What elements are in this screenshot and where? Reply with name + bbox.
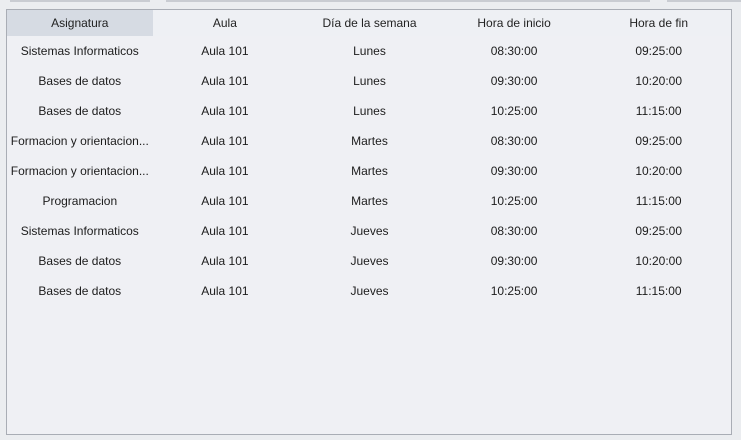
cell-hora-inicio[interactable]: 10:25:00 [442, 96, 587, 126]
top-border-segment [10, 0, 150, 2]
cell-hora-fin[interactable]: 10:20:00 [586, 246, 731, 276]
cell-aula[interactable]: Aula 101 [153, 96, 298, 126]
cell-hora-inicio[interactable]: 09:30:00 [442, 66, 587, 96]
column-header-aula[interactable]: Aula [153, 10, 298, 36]
cell-asignatura[interactable]: Formacion y orientacion... [7, 126, 153, 156]
cell-hora-fin[interactable]: 09:25:00 [586, 126, 731, 156]
table-row[interactable]: Formacion y orientacion... Aula 101 Martes… [7, 156, 731, 186]
cell-asignatura[interactable]: Sistemas Informaticos [7, 216, 153, 246]
cell-dia[interactable]: Martes [297, 126, 442, 156]
cell-dia[interactable]: Martes [297, 156, 442, 186]
cell-hora-inicio[interactable]: 09:30:00 [442, 246, 587, 276]
cell-hora-fin[interactable]: 10:20:00 [586, 156, 731, 186]
cell-asignatura[interactable]: Programacion [7, 186, 153, 216]
cell-dia[interactable]: Jueves [297, 216, 442, 246]
cell-dia[interactable]: Lunes [297, 36, 442, 66]
table-row[interactable]: Bases de datos Aula 101 Jueves 09:30:00 10:2… [7, 246, 731, 276]
cell-aula[interactable]: Aula 101 [153, 276, 298, 306]
cell-hora-fin[interactable]: 11:15:00 [586, 96, 731, 126]
cell-asignatura[interactable]: Bases de datos [7, 66, 153, 96]
table-row[interactable]: Sistemas Informaticos Aula 101 Lunes 08:30:… [7, 36, 731, 66]
top-border-segment [667, 0, 741, 2]
cell-aula[interactable]: Aula 101 [153, 186, 298, 216]
cell-asignatura[interactable]: Bases de datos [7, 276, 153, 306]
cell-hora-fin[interactable]: 09:25:00 [586, 216, 731, 246]
cell-aula[interactable]: Aula 101 [153, 246, 298, 276]
cell-hora-inicio[interactable]: 09:30:00 [442, 156, 587, 186]
cell-hora-inicio[interactable]: 08:30:00 [442, 36, 587, 66]
cell-dia[interactable]: Lunes [297, 66, 442, 96]
top-border-segment [166, 0, 650, 2]
column-header-hora-fin[interactable]: Hora de fin [586, 10, 731, 36]
cell-hora-inicio[interactable]: 08:30:00 [442, 126, 587, 156]
cell-hora-inicio[interactable]: 10:25:00 [442, 186, 587, 216]
column-header-hora-inicio[interactable]: Hora de inicio [442, 10, 587, 36]
cell-hora-fin[interactable]: 11:15:00 [586, 186, 731, 216]
cell-dia[interactable]: Martes [297, 186, 442, 216]
column-header-asignatura[interactable]: Asignatura [7, 10, 153, 36]
schedule-table: Asignatura Aula Día de la semana Hora de… [6, 9, 732, 435]
cell-hora-inicio[interactable]: 08:30:00 [442, 216, 587, 246]
table-row[interactable]: Programacion Aula 101 Martes 10:25:00 11:15:… [7, 186, 731, 216]
cell-aula[interactable]: Aula 101 [153, 36, 298, 66]
table-header: Asignatura Aula Día de la semana Hora de… [7, 10, 731, 36]
cell-asignatura[interactable]: Formacion y orientacion... [7, 156, 153, 186]
table-row[interactable]: Bases de datos Aula 101 Lunes 10:25:00 11:15… [7, 96, 731, 126]
table-body: Sistemas Informaticos Aula 101 Lunes 08:30:… [7, 36, 731, 306]
cell-dia[interactable]: Jueves [297, 246, 442, 276]
table-row[interactable]: Bases de datos Aula 101 Lunes 09:30:00 10:20… [7, 66, 731, 96]
cell-hora-inicio[interactable]: 10:25:00 [442, 276, 587, 306]
cell-hora-fin[interactable]: 11:15:00 [586, 276, 731, 306]
table-row[interactable]: Sistemas Informaticos Aula 101 Jueves 08:30… [7, 216, 731, 246]
cell-aula[interactable]: Aula 101 [153, 216, 298, 246]
cell-hora-fin[interactable]: 09:25:00 [586, 36, 731, 66]
cell-aula[interactable]: Aula 101 [153, 126, 298, 156]
cell-aula[interactable]: Aula 101 [153, 156, 298, 186]
table-row[interactable]: Bases de datos Aula 101 Jueves 10:25:00 11:1… [7, 276, 731, 306]
cell-asignatura[interactable]: Bases de datos [7, 246, 153, 276]
cell-asignatura[interactable]: Sistemas Informaticos [7, 36, 153, 66]
cell-dia[interactable]: Lunes [297, 96, 442, 126]
table-row[interactable]: Formacion y orientacion... Aula 101 Martes… [7, 126, 731, 156]
column-header-dia[interactable]: Día de la semana [297, 10, 442, 36]
cell-dia[interactable]: Jueves [297, 276, 442, 306]
cell-aula[interactable]: Aula 101 [153, 66, 298, 96]
cell-asignatura[interactable]: Bases de datos [7, 96, 153, 126]
cell-hora-fin[interactable]: 10:20:00 [586, 66, 731, 96]
